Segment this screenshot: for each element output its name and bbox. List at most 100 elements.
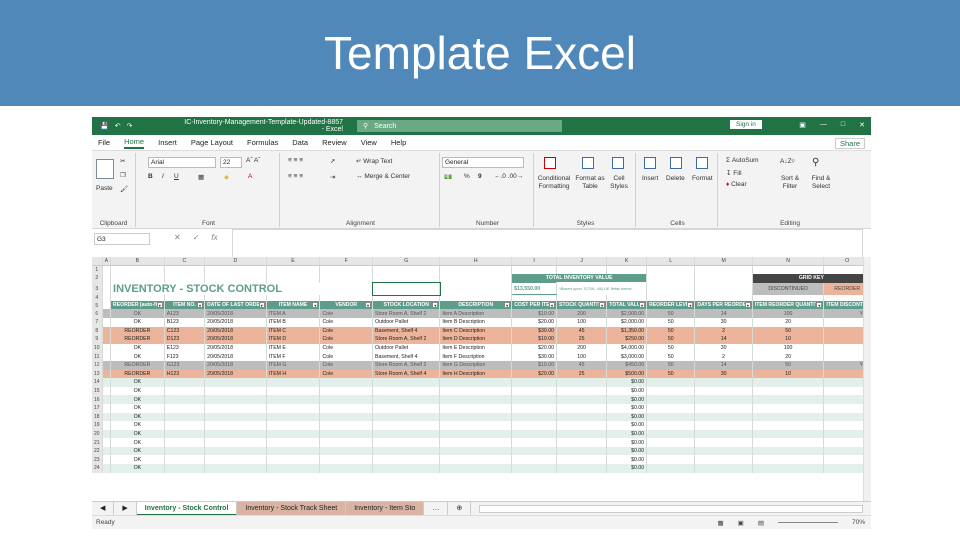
column-header-cell[interactable]: REORDER (auto-fill) ▾ (110, 300, 165, 310)
tab-help[interactable]: Help (391, 138, 406, 147)
table-cell[interactable] (646, 386, 696, 396)
table-cell[interactable]: 30 (694, 317, 753, 327)
cell[interactable] (164, 274, 206, 283)
table-cell[interactable] (511, 403, 557, 413)
table-cell[interactable] (266, 464, 321, 473)
column-header[interactable]: F (319, 257, 373, 267)
table-cell[interactable] (752, 464, 825, 473)
table-cell[interactable]: F123 (164, 352, 206, 361)
table-cell[interactable]: 45 (556, 326, 608, 336)
currency-icon[interactable]: 💵 (444, 173, 452, 181)
table-cell[interactable] (164, 421, 206, 430)
filter-dropdown-icon[interactable]: ▾ (687, 302, 694, 309)
table-cell[interactable]: 100 (752, 309, 825, 318)
table-cell[interactable]: $500.00 (606, 369, 648, 379)
conditional-formatting-icon[interactable] (544, 157, 556, 169)
sheet-tab-stock-control[interactable]: Inventory - Stock Control (136, 501, 238, 516)
table-cell[interactable]: Store Room A, Shelf 2 (372, 335, 441, 344)
tab-file[interactable]: File (98, 138, 110, 147)
table-cell[interactable] (372, 386, 441, 396)
table-cell[interactable] (164, 429, 206, 439)
table-cell[interactable]: $0.00 (606, 386, 648, 396)
table-cell[interactable]: 50 (646, 309, 696, 318)
table-cell[interactable]: REORDER (110, 335, 165, 344)
table-cell[interactable] (439, 455, 513, 465)
table-cell[interactable] (752, 455, 825, 465)
table-cell[interactable]: OK (110, 395, 165, 404)
horizontal-scrollbar[interactable] (479, 504, 863, 513)
table-cell[interactable] (439, 446, 513, 456)
cell[interactable] (372, 265, 441, 275)
table-cell[interactable]: 50 (646, 352, 696, 361)
cell[interactable] (164, 265, 206, 275)
table-cell[interactable]: $0.00 (606, 446, 648, 456)
table-cell[interactable]: 20/05/2018 (204, 352, 267, 361)
sheet-nav-prev[interactable]: ◀ (92, 501, 115, 516)
table-cell[interactable] (752, 438, 825, 447)
cell[interactable] (102, 421, 112, 430)
cell[interactable] (102, 282, 112, 295)
table-cell[interactable] (164, 386, 206, 396)
table-cell[interactable] (752, 421, 825, 430)
row-number[interactable]: 23 (92, 455, 103, 465)
cell[interactable] (694, 274, 753, 283)
column-header-cell[interactable]: DESCRIPTION ▾ (439, 300, 513, 310)
table-cell[interactable]: 50 (752, 326, 825, 336)
table-cell[interactable] (266, 412, 321, 422)
table-cell[interactable]: 50 (646, 335, 696, 344)
table-cell[interactable] (694, 412, 753, 422)
table-cell[interactable] (511, 438, 557, 447)
table-cell[interactable]: Basement, Shelf 4 (372, 352, 441, 361)
cell[interactable] (102, 429, 112, 439)
table-cell[interactable]: Item A Description (439, 309, 513, 318)
paste-label[interactable]: Paste (96, 185, 113, 192)
format-table-icon[interactable] (582, 157, 594, 169)
table-cell[interactable] (164, 446, 206, 456)
comma-button[interactable]: 9 (478, 173, 482, 180)
filter-dropdown-icon[interactable]: ▾ (504, 302, 511, 309)
table-cell[interactable] (556, 421, 608, 430)
table-cell[interactable]: 25 (556, 335, 608, 344)
table-cell[interactable] (204, 395, 267, 404)
column-header-cell[interactable]: TOTAL VALUE ▾ (606, 300, 648, 310)
tab-page-layout[interactable]: Page Layout (191, 138, 233, 147)
row-number[interactable]: 10 (92, 343, 103, 353)
font-name-select[interactable]: Arial (148, 157, 216, 168)
table-cell[interactable] (646, 421, 696, 430)
table-cell[interactable] (319, 403, 373, 413)
cell[interactable] (556, 265, 608, 275)
row-number[interactable]: 24 (92, 464, 103, 473)
table-cell[interactable]: 50 (646, 317, 696, 327)
table-cell[interactable]: 30 (694, 369, 753, 379)
table-cell[interactable] (694, 455, 753, 465)
table-cell[interactable] (752, 446, 825, 456)
column-header[interactable]: M (694, 257, 753, 267)
grow-font-icon[interactable]: Aˆ Aˇ (246, 157, 260, 164)
table-cell[interactable] (266, 378, 321, 387)
delete-cells-icon[interactable] (670, 157, 682, 169)
table-cell[interactable]: 200 (556, 309, 608, 318)
table-cell[interactable] (164, 403, 206, 413)
table-cell[interactable]: $20.00 (511, 343, 557, 353)
table-cell[interactable]: $0.00 (606, 421, 648, 430)
table-cell[interactable]: OK (110, 455, 165, 465)
row-number[interactable]: 5 (92, 300, 103, 310)
table-cell[interactable]: 20/05/2018 (204, 335, 267, 344)
insert-cells-icon[interactable] (644, 157, 656, 169)
table-cell[interactable] (204, 438, 267, 447)
cell[interactable] (319, 274, 373, 283)
sign-in-button[interactable]: Sign in (730, 120, 762, 129)
row-number[interactable]: 16 (92, 395, 103, 404)
row-number[interactable]: 8 (92, 326, 103, 336)
conditional-formatting-button[interactable]: Conditional Formatting (536, 175, 572, 191)
table-cell[interactable] (752, 429, 825, 439)
table-cell[interactable]: $0.00 (606, 395, 648, 404)
table-cell[interactable] (319, 412, 373, 422)
wrap-text-button[interactable]: ↵ Wrap Text (356, 157, 392, 165)
format-cells-button[interactable]: Format (692, 175, 713, 182)
table-cell[interactable]: Item C Description (439, 326, 513, 336)
table-cell[interactable]: Cole (319, 352, 373, 361)
table-cell[interactable] (694, 386, 753, 396)
cell[interactable] (646, 265, 696, 275)
cell[interactable] (102, 360, 112, 370)
